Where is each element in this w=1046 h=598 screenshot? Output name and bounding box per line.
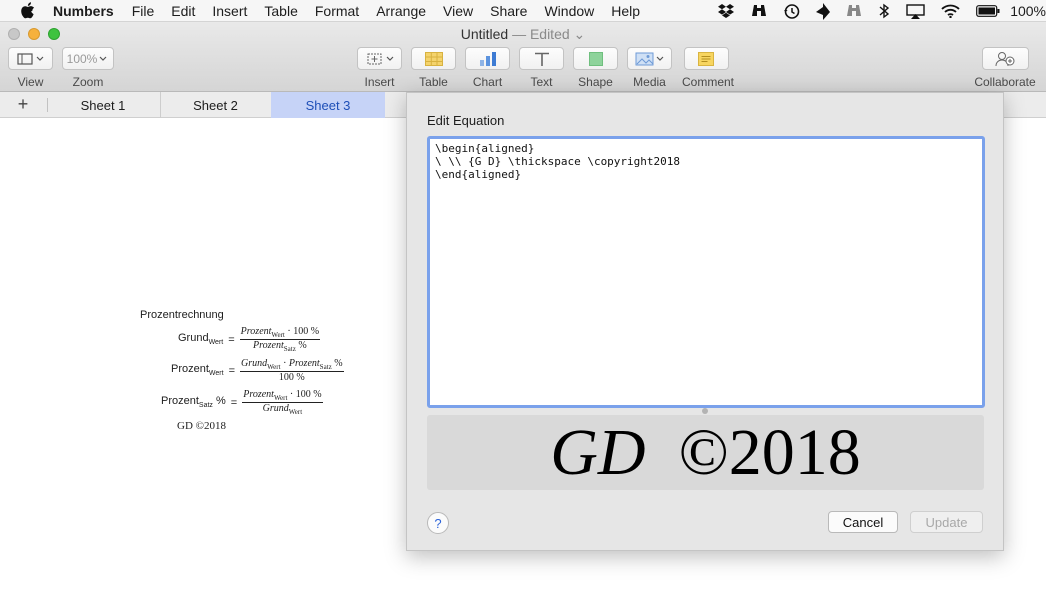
menu-arrange[interactable]: Arrange [376, 3, 426, 19]
battery-icon[interactable] [976, 5, 1000, 17]
user-binoculars-icon[interactable] [846, 3, 862, 19]
apple-icon[interactable] [20, 2, 37, 19]
menu-bar: Numbers File Edit Insert Table Format Ar… [0, 0, 1046, 22]
dropbox-icon[interactable] [717, 3, 735, 19]
menu-share[interactable]: Share [490, 3, 527, 19]
chart-button[interactable] [465, 47, 510, 70]
signature-equation[interactable]: GD ©2018 [177, 420, 226, 432]
comment-label: Comment [682, 75, 735, 89]
media-control: Media [627, 47, 672, 89]
binoculars-icon[interactable] [751, 3, 767, 19]
chevron-down-icon [99, 56, 107, 61]
menu-table[interactable]: Table [264, 3, 297, 19]
dialog-title: Edit Equation [427, 113, 505, 128]
menu-insert[interactable]: Insert [212, 3, 247, 19]
media-button[interactable] [627, 47, 672, 70]
sidebar-icon [16, 52, 43, 65]
comment-control: Comment [682, 47, 735, 89]
text-button[interactable] [519, 47, 564, 70]
view-label: View [17, 75, 44, 89]
eq2-fraction: GrundWert · ProzentSatz % 100 % [240, 358, 344, 383]
cancel-button[interactable]: Cancel [828, 511, 898, 533]
time-machine-icon[interactable] [783, 3, 800, 20]
shape-control: Shape [573, 47, 618, 89]
wifi-icon[interactable] [941, 4, 960, 18]
table-label: Table [419, 75, 448, 89]
status-area: 100% [701, 0, 1046, 22]
chevron-down-icon: ⌄ [573, 26, 586, 42]
tab-sheet-3[interactable]: Sheet 3 [271, 92, 385, 118]
eq3-fraction: ProzentWert · 100 % GrundWert [242, 389, 323, 416]
insert-button[interactable] [357, 47, 402, 70]
tab-sheet-2[interactable]: Sheet 2 [160, 92, 270, 118]
equation-preview: GD ©2018 [427, 415, 984, 490]
zoom-value: 100% [66, 51, 98, 66]
media-label: Media [633, 75, 666, 89]
tab-sheet-1[interactable]: Sheet 1 [48, 92, 158, 118]
equation-prozentwert[interactable]: ProzentWert = GrundWert · ProzentSatz % … [171, 358, 344, 383]
menu-edit[interactable]: Edit [171, 3, 195, 19]
view-control: View [8, 47, 53, 89]
eq3-lhs: ProzentSatz % [161, 395, 226, 410]
chart-icon [479, 51, 496, 66]
equals-sign: = [230, 396, 238, 409]
table-button[interactable] [411, 47, 456, 70]
insert-label: Insert [364, 75, 395, 89]
text-control: Text [519, 47, 564, 89]
menu-file[interactable]: File [132, 3, 155, 19]
menu-help[interactable]: Help [611, 3, 640, 19]
document-name: Untitled [460, 26, 509, 42]
menu-view[interactable]: View [443, 3, 473, 19]
equals-sign: = [228, 364, 236, 377]
text-label: Text [530, 75, 553, 89]
text-icon [534, 52, 549, 66]
zoom-label: Zoom [72, 75, 104, 89]
chart-control: Chart [465, 47, 510, 89]
eq2-lhs: ProzentWert [171, 363, 224, 378]
zoom-control: 100% Zoom [62, 47, 114, 89]
insert-control: Insert [357, 47, 402, 89]
edit-equation-dialog: Edit Equation \begin{aligned} \ \\ {G D}… [406, 92, 1004, 551]
media-icon [635, 52, 663, 65]
shape-label: Shape [578, 75, 613, 89]
shape-button[interactable] [573, 47, 618, 70]
airplay-icon[interactable] [906, 3, 925, 19]
add-sheet-button[interactable]: + [14, 95, 32, 114]
bluetooth-icon[interactable] [878, 3, 890, 19]
resize-handle[interactable] [702, 408, 708, 414]
menu-format[interactable]: Format [315, 3, 359, 19]
collaborate-control: Collaborate [974, 47, 1036, 89]
zoom-select[interactable]: 100% [62, 47, 114, 70]
insert-icon [367, 53, 393, 64]
comment-icon [698, 51, 714, 66]
battery-percent: 100% [1010, 3, 1046, 19]
table-control: Table [411, 47, 456, 89]
dashlane-icon[interactable] [816, 2, 831, 20]
eq1-lhs: GrundWert [178, 332, 224, 347]
collaborate-button[interactable] [981, 47, 1029, 70]
chart-label: Chart [472, 75, 503, 89]
equation-prozentsatz[interactable]: ProzentSatz % = ProzentWert · 100 % Grun… [161, 389, 323, 416]
equation-grund[interactable]: GrundWert = ProzentWert · 100 % ProzentS… [178, 326, 321, 353]
eq1-fraction: ProzentWert · 100 % ProzentSatz % [239, 326, 321, 353]
shape-icon [588, 51, 603, 66]
document-title[interactable]: Untitled — Edited ⌄ [0, 26, 1046, 43]
view-button[interactable] [8, 47, 53, 70]
help-button[interactable]: ? [427, 512, 449, 534]
collaborate-label: Collaborate [974, 75, 1036, 89]
equals-sign: = [228, 333, 235, 346]
app-menu[interactable]: Numbers [53, 3, 114, 19]
preview-render: GD ©2018 [550, 415, 861, 489]
canvas-title[interactable]: Prozentrechnung [140, 309, 224, 321]
toolbar: Untitled — Edited ⌄ View 100% Zoom Inser… [0, 22, 1046, 92]
edited-status: — Edited [512, 26, 570, 42]
menu-window[interactable]: Window [544, 3, 594, 19]
update-button[interactable]: Update [910, 511, 983, 533]
table-icon [424, 51, 443, 66]
latex-input[interactable]: \begin{aligned} \ \\ {G D} \thickspace \… [427, 136, 985, 408]
comment-button[interactable] [683, 47, 729, 70]
collaborate-icon [995, 51, 1015, 66]
